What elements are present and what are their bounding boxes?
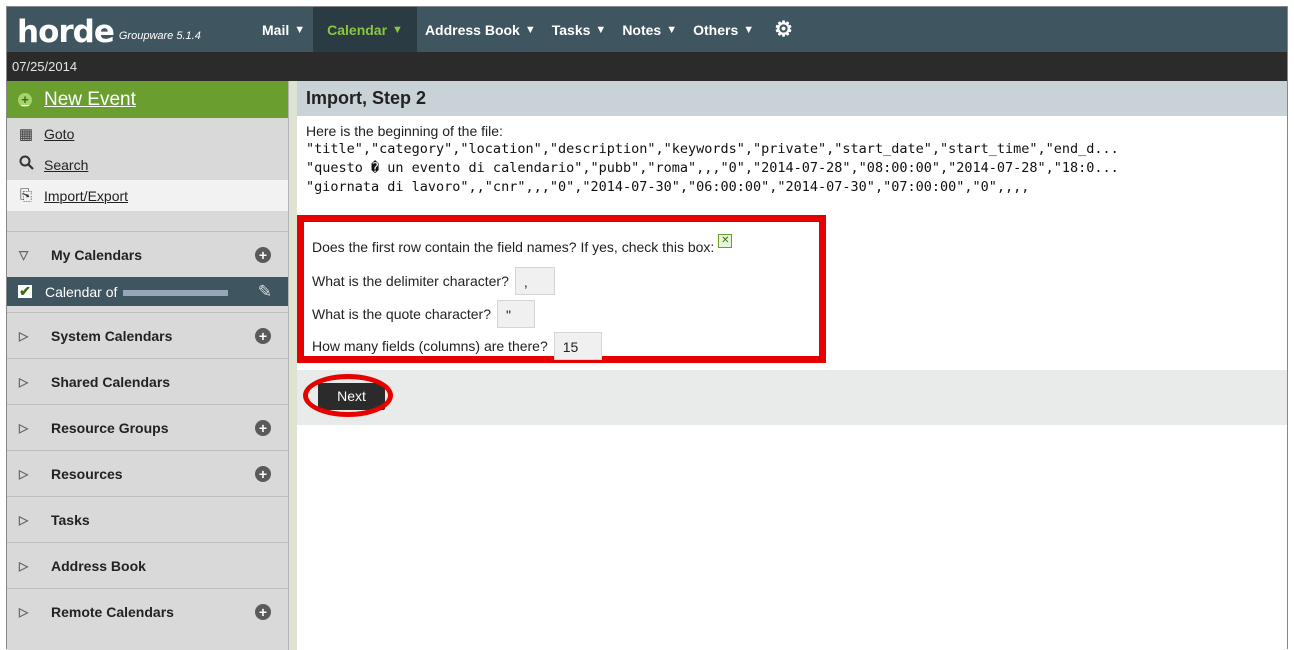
add-icon[interactable]: + [255, 327, 271, 344]
menu-tasks-label: Tasks [551, 21, 591, 38]
file-intro-text: Here is the beginning of the file: [306, 123, 503, 139]
main-menu: Mail ▼ Calendar ▼ Address Book ▼ Tasks ▼ Not… [254, 7, 801, 52]
calendar-item[interactable]: ✔ Calendar of ✎ [7, 277, 288, 306]
sidebar-section-system-calendars[interactable]: ▷ System Calendars + [7, 312, 288, 358]
checkbox-checked-icon[interactable]: ✔ [18, 284, 32, 298]
sidebar-section-remote-calendars[interactable]: ▷ Remote Calendars + [7, 588, 288, 634]
fields-count-input[interactable]: 15 [553, 332, 602, 360]
import-options-form: Does the first row contain the field nam… [297, 215, 826, 363]
quote-input[interactable]: " [497, 300, 535, 328]
caret-down-icon: ▼ [294, 23, 306, 36]
menu-others-label: Others [693, 21, 739, 38]
calendar-item-label: Calendar of [45, 283, 118, 300]
sidebar-section-resources[interactable]: ▷ Resources + [7, 450, 288, 496]
section-label: Resource Groups [51, 419, 169, 436]
section-label: Remote Calendars [51, 603, 174, 620]
menu-mail-label: Mail [262, 21, 290, 38]
app-frame: horde Groupware 5.1.4 Mail ▼ Calendar ▼ Ad… [6, 6, 1288, 650]
redacted-name [123, 289, 229, 296]
triangle-down-icon: ▽ [19, 247, 29, 262]
section-label: Shared Calendars [51, 373, 171, 390]
sidebar-link-import-export[interactable]: ⎘ Import/Export [7, 180, 288, 211]
delimiter-input[interactable]: , [514, 267, 555, 295]
caret-down-icon: ▼ [392, 23, 403, 36]
header-row-question: Does the first row contain the field nam… [312, 239, 715, 255]
search-label: Search [44, 156, 89, 173]
fields-count-label: How many fields (columns) are there? [312, 338, 548, 354]
settings-menu[interactable]: ⚙ [762, 7, 801, 52]
gear-icon: ⚙ [774, 18, 793, 41]
file-preview-line: "questo � un evento di calendario","pubb… [306, 160, 1119, 176]
sidebar-divider[interactable] [289, 81, 297, 650]
logo-version: Groupware 5.1.4 [118, 30, 201, 42]
search-icon [18, 155, 34, 174]
section-label: System Calendars [51, 327, 173, 344]
goto-label: Goto [44, 125, 75, 142]
sidebar: + New Event ▦ Goto Search ⎘ Import/Expor… [7, 81, 289, 650]
import-export-label: Import/Export [44, 187, 129, 204]
triangle-right-icon: ▷ [19, 420, 29, 435]
section-label: Tasks [51, 511, 90, 528]
triangle-right-icon: ▷ [19, 466, 29, 481]
sidebar-section-address-book[interactable]: ▷ Address Book [7, 542, 288, 588]
menu-tasks[interactable]: Tasks ▼ [544, 7, 615, 52]
triangle-right-icon: ▷ [19, 512, 29, 527]
quote-label: What is the quote character? [312, 306, 491, 322]
caret-down-icon: ▼ [595, 23, 607, 36]
page-title: Import, Step 2 [297, 81, 1287, 116]
new-event-label: New Event [44, 88, 136, 110]
menu-notes[interactable]: Notes ▼ [614, 7, 685, 52]
menu-others[interactable]: Others ▼ [685, 7, 762, 52]
sidebar-section-shared-calendars[interactable]: ▷ Shared Calendars [7, 358, 288, 404]
add-calendar-icon[interactable]: + [255, 246, 271, 263]
caret-down-icon: ▼ [666, 23, 678, 36]
file-preview-line: "giornata di lavoro",,"cnr",,,"0","2014-… [306, 179, 1030, 195]
add-icon[interactable]: + [255, 465, 271, 482]
import-export-icon: ⎘ [19, 187, 32, 204]
delimiter-option: What is the delimiter character? , [312, 267, 555, 295]
goto-icon: ▦ [18, 125, 34, 143]
logo-word: horde [17, 14, 115, 50]
header-row-checkbox[interactable]: ✕ [718, 234, 733, 248]
sidebar-section-my-calendars[interactable]: ▽ My Calendars + [7, 231, 288, 277]
sidebar-link-search[interactable]: Search [7, 149, 288, 180]
triangle-right-icon: ▷ [19, 374, 29, 389]
triangle-right-icon: ▷ [19, 328, 29, 343]
current-date: 07/25/2014 [7, 52, 1287, 81]
triangle-right-icon: ▷ [19, 558, 29, 573]
file-preview-line: "title","category","location","descripti… [306, 141, 1119, 157]
top-navigation-bar: horde Groupware 5.1.4 Mail ▼ Calendar ▼ Ad… [7, 7, 1287, 52]
new-event-button[interactable]: + New Event [7, 81, 288, 118]
add-icon[interactable]: + [255, 603, 271, 620]
caret-down-icon: ▼ [524, 23, 536, 36]
plus-circle-icon: + [18, 92, 32, 107]
caret-down-icon: ▼ [743, 23, 755, 36]
fields-count-option: How many fields (columns) are there? 15 [312, 332, 602, 360]
triangle-right-icon: ▷ [19, 604, 29, 619]
section-label: Resources [51, 465, 123, 482]
menu-mail[interactable]: Mail ▼ [254, 7, 313, 52]
main-content: Import, Step 2 Here is the beginning of … [297, 81, 1287, 650]
menu-notes-label: Notes [622, 21, 662, 38]
menu-calendar[interactable]: Calendar ▼ [313, 7, 417, 52]
button-bar: Next [297, 370, 1287, 425]
pencil-icon[interactable]: ✎ [258, 282, 272, 302]
section-label: Address Book [51, 557, 146, 574]
sidebar-section-resource-groups[interactable]: ▷ Resource Groups + [7, 404, 288, 450]
sidebar-link-goto[interactable]: ▦ Goto [7, 118, 288, 149]
delimiter-label: What is the delimiter character? [312, 273, 509, 289]
header-row-option: Does the first row contain the field nam… [312, 234, 733, 255]
add-icon[interactable]: + [255, 419, 271, 436]
highlight-ring [303, 374, 393, 417]
menu-calendar-label: Calendar [327, 21, 388, 38]
my-calendars-label: My Calendars [51, 246, 143, 263]
sidebar-section-tasks[interactable]: ▷ Tasks [7, 496, 288, 542]
menu-address-book-label: Address Book [424, 21, 520, 38]
horde-logo[interactable]: horde Groupware 5.1.4 [7, 7, 254, 52]
menu-address-book[interactable]: Address Book ▼ [417, 7, 544, 52]
quote-option: What is the quote character? " [312, 300, 535, 328]
